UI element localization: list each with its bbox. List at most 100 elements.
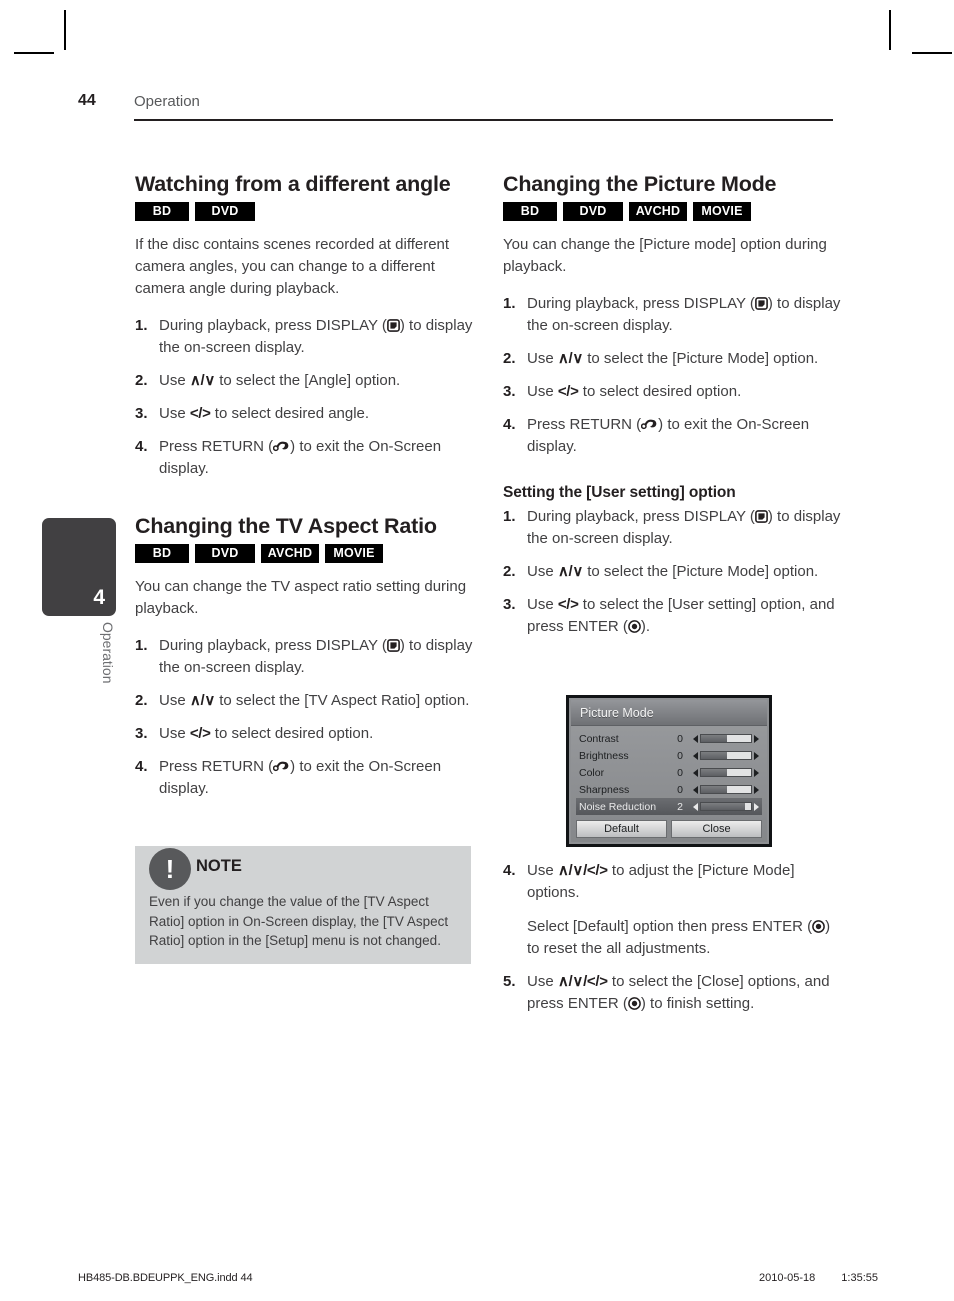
slider-fill (701, 786, 727, 793)
step-number: 3. (135, 404, 148, 422)
key-glyphs: ∧/∨ (557, 563, 584, 581)
arrow-left-icon[interactable] (693, 785, 698, 794)
step-number: 2. (503, 563, 516, 581)
arrow-left-icon[interactable] (693, 751, 698, 760)
steps-picture-mode: 1. During playback, press DISPLAY () to … (503, 293, 843, 458)
key-glyphs: </> (189, 404, 211, 422)
intro-watching-angle: If the disc contains scenes recorded at … (135, 235, 450, 297)
step-text-pre: Press RETURN ( (159, 757, 274, 775)
footer-time: 1:35:55 (841, 1272, 878, 1284)
step-item: 5. Use ∧/∨/</> to select the [Close] opt… (503, 971, 843, 1015)
step-number: 3. (135, 724, 148, 742)
step-text-pre: Use (159, 724, 190, 742)
step-text-pre: Use (527, 596, 558, 614)
slider-track[interactable] (700, 751, 752, 760)
page-header: 44 Operation (78, 92, 833, 126)
step-item: 2. Use ∧/∨ to select the [Picture Mode] … (503, 348, 843, 370)
slider-track[interactable] (700, 768, 752, 777)
step-item: 1. During playback, press DISPLAY () to … (503, 293, 843, 337)
slider-track[interactable] (700, 734, 752, 743)
steps-user-setting-after-figure-wrap: 4. Use ∧/∨/</> to adjust the [Picture Mo… (503, 860, 843, 1026)
arrow-right-icon[interactable] (754, 785, 759, 794)
display-button-icon (754, 296, 768, 310)
note-title: NOTE (196, 857, 242, 875)
row-slider[interactable] (693, 785, 759, 794)
display-button-icon (386, 318, 400, 332)
footer-timestamp: 2010-05-18 1:35:55 (759, 1272, 878, 1284)
slider-fill (701, 735, 727, 742)
arrow-right-icon[interactable] (754, 751, 759, 760)
picture-mode-dialog: Picture Mode Contrast 0 Brightness 0 Col… (566, 695, 772, 847)
row-label: Sharpness (579, 783, 630, 796)
note-box: ! NOTE Even if you change the value of t… (135, 846, 471, 964)
row-label: Color (579, 766, 605, 779)
arrow-left-icon[interactable] (693, 802, 698, 811)
step-number: 2. (135, 371, 148, 389)
enter-button-icon (812, 920, 825, 933)
crop-mark-top-left (64, 10, 66, 50)
picture-mode-row-sharpness[interactable]: Sharpness 0 (576, 781, 762, 798)
close-button[interactable]: Close (671, 820, 762, 838)
step-text-pre: Use (159, 691, 190, 709)
return-button-icon (273, 440, 290, 453)
step-text-pre: Press RETURN ( (527, 415, 642, 433)
badge-bd: BD (135, 544, 189, 563)
badge-bd: BD (503, 202, 557, 221)
key-glyphs: ∧/∨ (557, 349, 584, 367)
default-button[interactable]: Default (576, 820, 667, 838)
step-continuation: Select [Default] option then press ENTER… (527, 916, 843, 960)
row-value: 0 (677, 749, 683, 762)
row-value: 0 (677, 766, 683, 779)
step-item: 2. Use ∧/∨ to select the [Angle] option. (135, 370, 475, 392)
step-item: 3. Use </> to select desired option. (503, 381, 843, 403)
row-slider[interactable] (693, 768, 759, 777)
picture-mode-dialog-inner: Picture Mode Contrast 0 Brightness 0 Col… (571, 700, 767, 842)
picture-mode-row-contrast[interactable]: Contrast 0 (576, 730, 762, 747)
picture-mode-dialog-title: Picture Mode (571, 700, 767, 726)
step-number: 1. (135, 316, 148, 334)
step-text-post: to select the [Picture Mode] option. (583, 349, 819, 367)
slider-track[interactable] (700, 785, 752, 794)
crop-mark-left-top (14, 52, 54, 54)
key-glyphs: </> (557, 382, 579, 400)
intro-picture-mode: You can change the [Picture mode] option… (503, 235, 827, 275)
picture-mode-row-noise-reduction[interactable]: Noise Reduction 2 (576, 798, 762, 815)
arrow-right-icon[interactable] (754, 734, 759, 743)
badge-dvd: DVD (563, 202, 623, 221)
row-slider[interactable] (693, 734, 759, 743)
row-slider[interactable] (693, 802, 759, 811)
step-number: 4. (135, 437, 148, 455)
left-column: Watching from a different angle BD DVD I… (135, 172, 475, 811)
arrow-right-icon[interactable] (754, 768, 759, 777)
return-button-icon (641, 418, 658, 431)
step-text-pre: During playback, press DISPLAY ( (159, 316, 387, 334)
step-item: 4. Press RETURN () to exit the On-Screen… (135, 756, 475, 800)
crop-mark-right-top (912, 52, 952, 54)
return-button-icon (273, 760, 290, 773)
step-text-post2: ). (640, 618, 651, 636)
badge-dvd: DVD (195, 202, 255, 221)
chapter-tab-number: 4 (93, 586, 105, 609)
step-number: 3. (503, 596, 516, 614)
arrow-right-icon[interactable] (754, 802, 759, 811)
arrow-left-icon[interactable] (693, 734, 698, 743)
arrow-left-icon[interactable] (693, 768, 698, 777)
step-number: 1. (503, 507, 516, 525)
step-number: 1. (135, 636, 148, 654)
steps-watching-angle: 1. During playback, press DISPLAY () to … (135, 315, 475, 480)
intro-tv-aspect-ratio: You can change the TV aspect ratio setti… (135, 577, 467, 617)
step-text-pre: Use (159, 371, 190, 389)
slider-track[interactable] (700, 802, 752, 811)
page-number: 44 (78, 92, 96, 109)
step-item: 2. Use ∧/∨ to select the [TV Aspect Rati… (135, 690, 475, 712)
row-slider[interactable] (693, 751, 759, 760)
step-item: 2. Use ∧/∨ to select the [Picture Mode] … (503, 561, 843, 583)
picture-mode-row-brightness[interactable]: Brightness 0 (576, 747, 762, 764)
step-text-pre: Use (527, 862, 558, 879)
badge-avchd: AVCHD (629, 202, 687, 221)
picture-mode-row-color[interactable]: Color 0 (576, 764, 762, 781)
step-item: 1. During playback, press DISPLAY () to … (503, 506, 843, 550)
badge-movie: MOVIE (325, 544, 383, 563)
step-text-pre: During playback, press DISPLAY ( (527, 507, 755, 525)
row-value: 2 (677, 800, 683, 813)
